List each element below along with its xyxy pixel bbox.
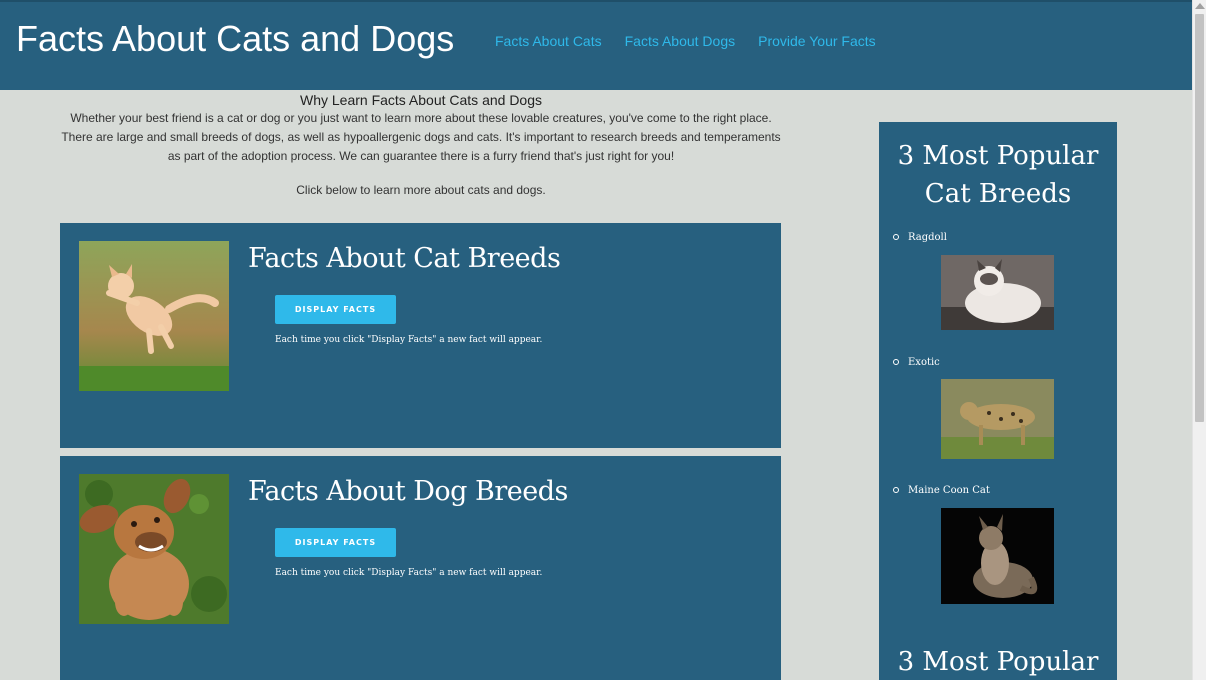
cat-card-title: Facts About Cat Breeds [248, 243, 561, 274]
circle-bullet-icon [893, 358, 899, 365]
intro-section: Why Learn Facts About Cats and Dogs Whet… [60, 92, 782, 197]
breed-name: Exotic [908, 357, 940, 368]
nav-link-cats[interactable]: Facts About Cats [495, 33, 602, 49]
cat-facts-card: Facts About Cat Breeds DISPLAY FACTS Eac… [60, 223, 781, 448]
list-item: Ragdoll [893, 232, 947, 243]
happy-dog-image [79, 474, 229, 624]
nav-link-dogs[interactable]: Facts About Dogs [625, 33, 736, 49]
sidebar-title: 3 Most Popular Cat Breeds [897, 141, 1099, 209]
dog-card-title: Facts About Dog Breeds [248, 476, 568, 507]
nav-link-provide-facts[interactable]: Provide Your Facts [758, 33, 876, 49]
exotic-cat-image [941, 379, 1054, 459]
intro-call-to-action: Click below to learn more about cats and… [296, 183, 546, 197]
dog-facts-card: Facts About Dog Breeds DISPLAY FACTS Eac… [60, 456, 781, 680]
site-title: Facts About Cats and Dogs [16, 18, 455, 59]
circle-bullet-icon [893, 233, 899, 240]
sidebar-title-dogs: 3 Most Popular [897, 647, 1099, 677]
main-nav: Facts About Cats Facts About Dogs Provid… [495, 33, 899, 49]
dog-card-note: Each time you click "Display Facts" a ne… [275, 568, 543, 578]
scroll-up-arrow-icon[interactable] [1195, 3, 1205, 9]
list-item: Maine Coon Cat [893, 485, 990, 496]
site-header: Facts About Cats and Dogs Facts About Ca… [0, 0, 1192, 90]
intro-heading: Why Learn Facts About Cats and Dogs [299, 92, 542, 108]
ragdoll-cat-image [941, 255, 1054, 330]
cat-card-note: Each time you click "Display Facts" a ne… [275, 335, 543, 345]
jumping-cat-image [79, 241, 229, 391]
maine-coon-cat-image [941, 508, 1054, 604]
breed-name: Ragdoll [908, 232, 947, 243]
popular-breeds-sidebar: 3 Most Popular Cat Breeds Ragdoll Exotic [879, 122, 1117, 680]
display-dog-facts-button[interactable]: DISPLAY FACTS [275, 528, 396, 557]
circle-bullet-icon [893, 486, 899, 493]
scroll-thumb[interactable] [1195, 14, 1204, 422]
display-cat-facts-button[interactable]: DISPLAY FACTS [275, 295, 396, 324]
breed-name: Maine Coon Cat [908, 485, 990, 496]
intro-paragraph: Whether your best friend is a cat or dog… [61, 111, 781, 163]
vertical-scrollbar[interactable] [1192, 0, 1206, 680]
list-item: Exotic [893, 357, 940, 368]
